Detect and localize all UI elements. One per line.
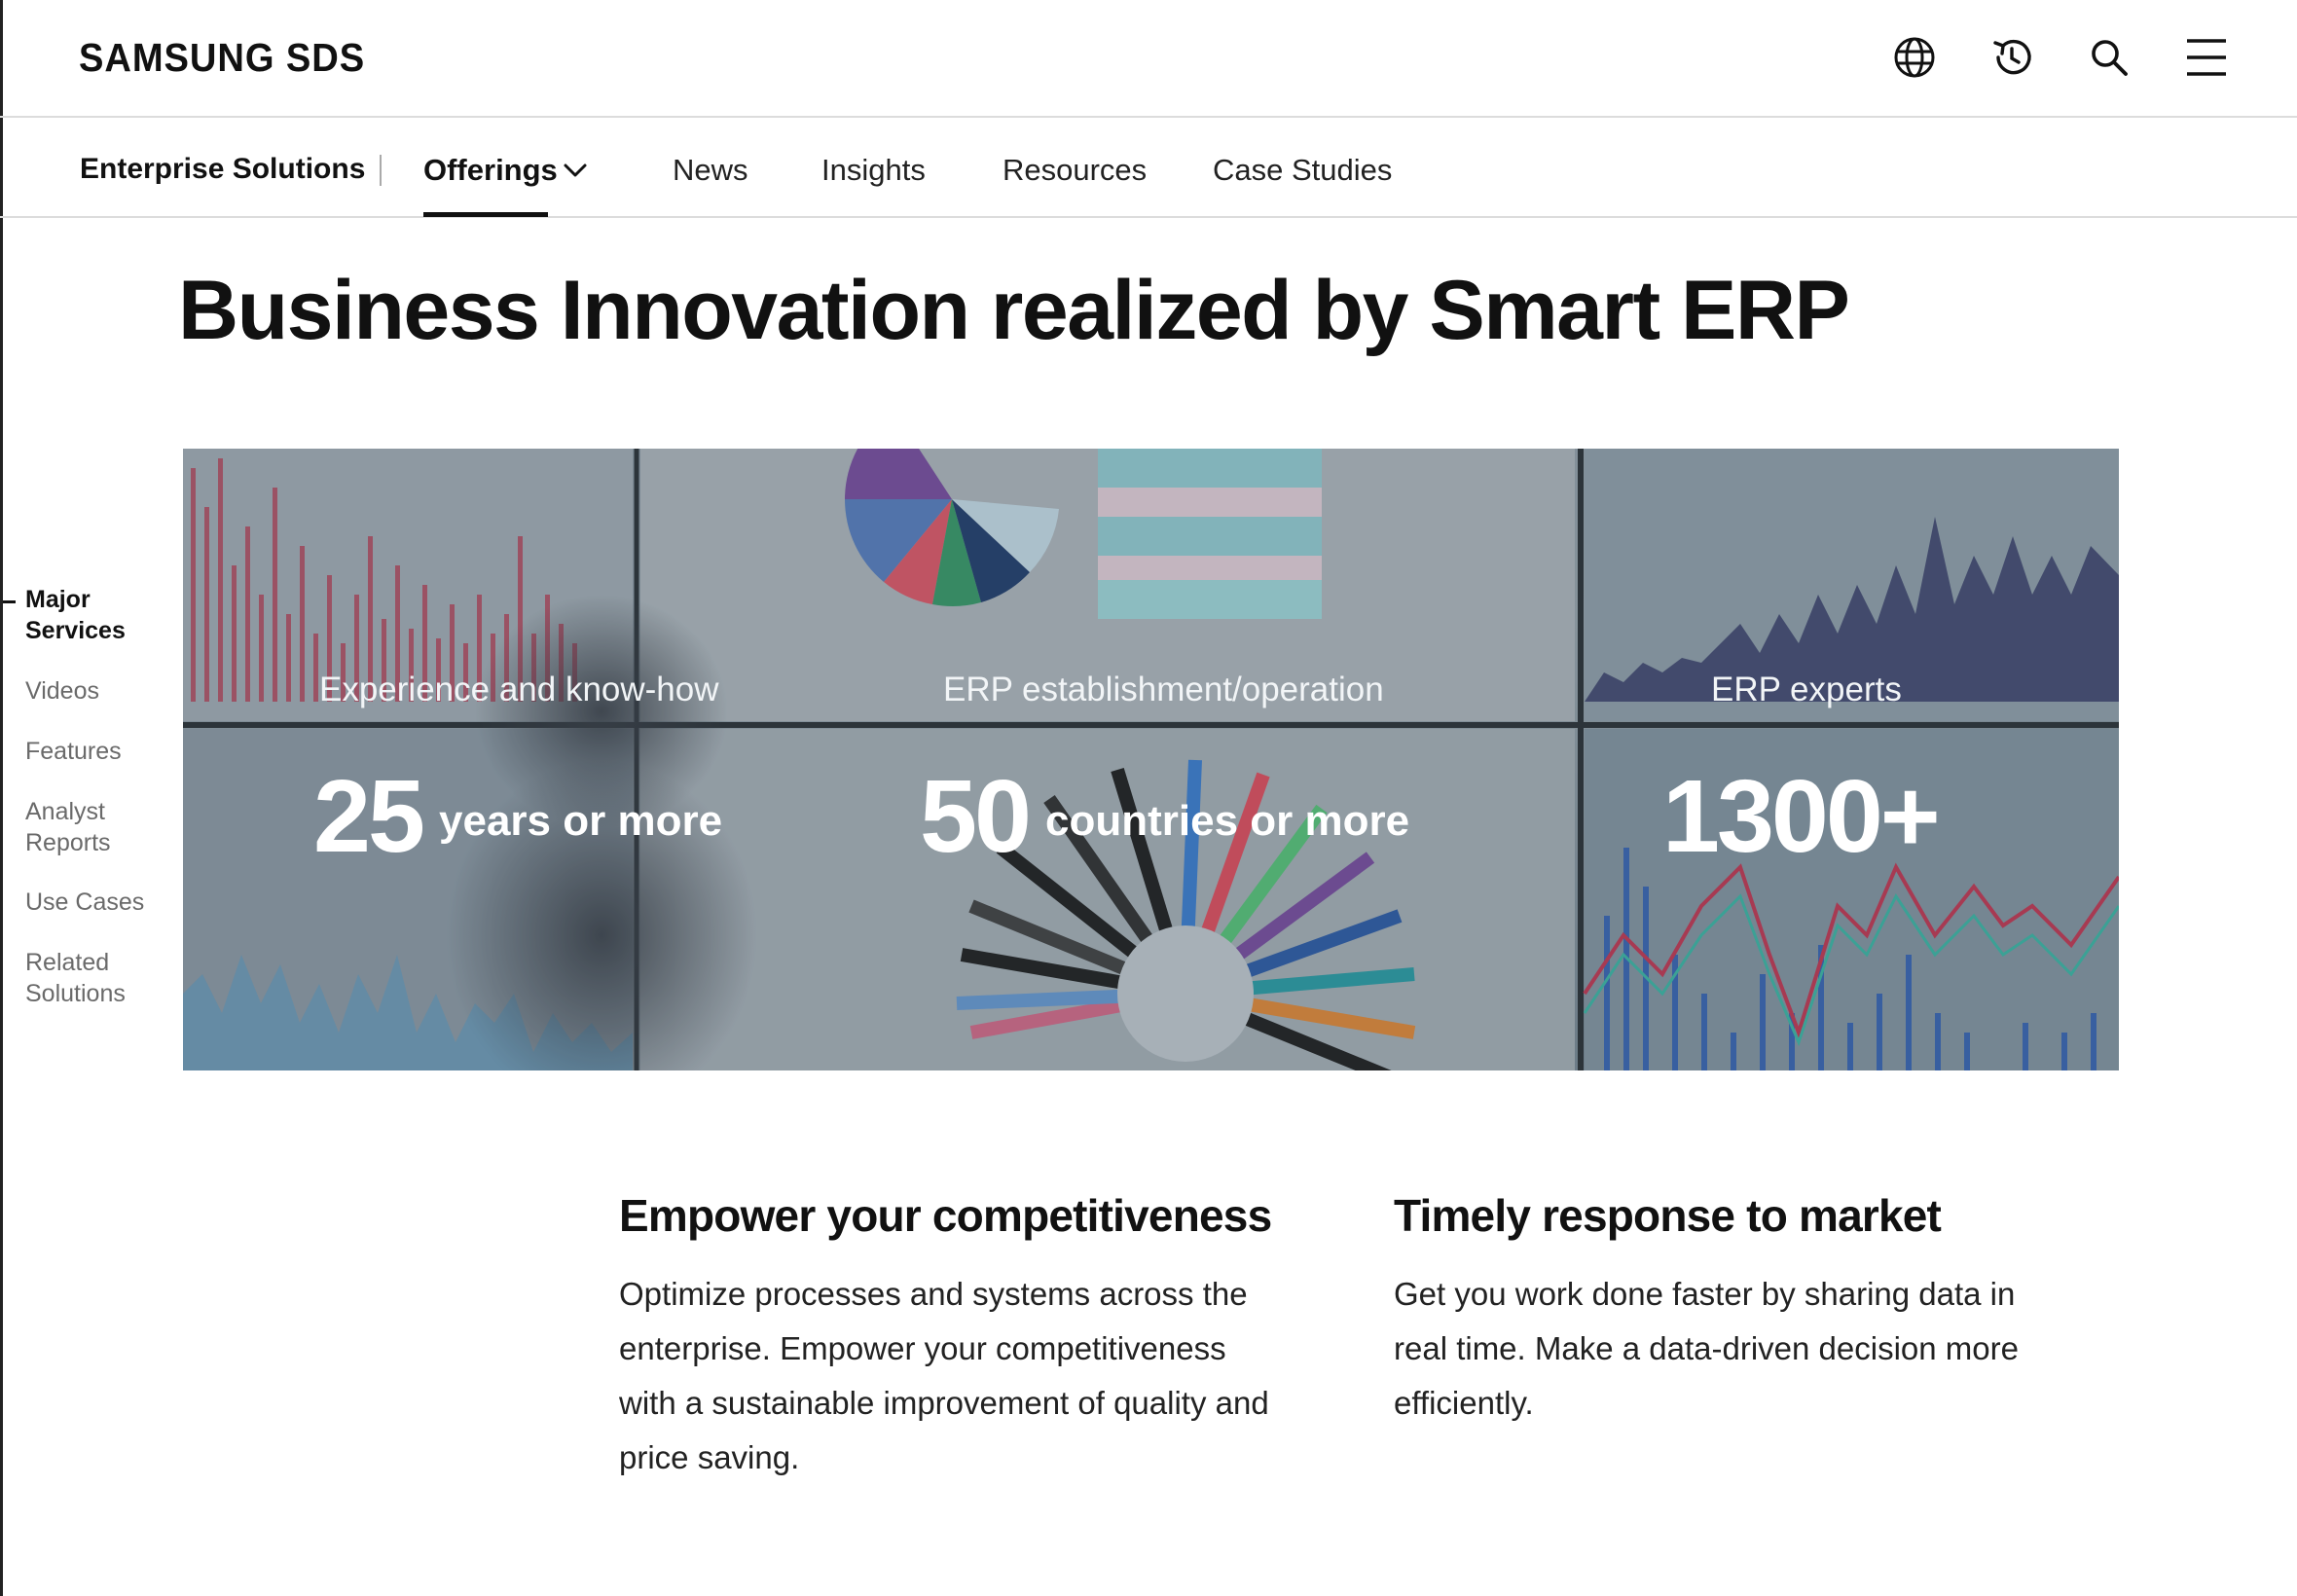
tab-resources[interactable]: Resources (1003, 153, 1147, 188)
chevron-down-icon[interactable] (563, 161, 588, 180)
sidenav-item-related-solutions[interactable]: Related Solutions (25, 947, 171, 1009)
tab-offerings[interactable]: Offerings (423, 153, 558, 188)
subnav-brand[interactable]: Enterprise Solutions (80, 153, 365, 186)
tab-case-studies[interactable]: Case Studies (1213, 153, 1392, 188)
search-icon[interactable] (2087, 35, 2132, 80)
active-tab-underline (423, 212, 548, 217)
sidenav-item-major-services[interactable]: Major Services (25, 584, 171, 646)
sidenav-item-analyst-reports[interactable]: Analyst Reports (25, 796, 171, 858)
active-section-marker (3, 600, 16, 603)
hero-banner: Experience and know-how 25 years or more… (183, 449, 2119, 1070)
stat-value: 25 (313, 759, 425, 874)
tab-news[interactable]: News (673, 153, 748, 188)
page-title: Business Innovation realized by Smart ER… (178, 264, 1850, 357)
menu-icon[interactable] (2184, 35, 2229, 80)
feature-body: Optimize processes and systems across th… (619, 1276, 1269, 1475)
stat-value: 50 (920, 759, 1032, 874)
stat-caption: ERP establishment/operation (943, 671, 1384, 708)
page-left-rule (0, 0, 3, 1596)
header-utility-icons (1892, 35, 2229, 80)
feature-competitiveness: Empower your competitiveness Optimize pr… (619, 1189, 1281, 1485)
subnav-divider (380, 155, 382, 186)
sidenav-item-videos[interactable]: Videos (25, 675, 171, 707)
history-icon[interactable] (1989, 35, 2034, 80)
feature-body: Get you work done faster by sharing data… (1394, 1276, 2019, 1421)
stat-value: 1300+ (1662, 759, 1941, 874)
samsung-sds-logo[interactable]: SAMSUNG SDS (79, 35, 365, 81)
sub-navigation: Enterprise Solutions Offerings News Insi… (0, 118, 2297, 218)
stat-unit: countries or more (1045, 797, 1410, 845)
tab-insights[interactable]: Insights (821, 153, 926, 188)
stat-caption: ERP experts (1711, 671, 1902, 708)
sidenav-item-use-cases[interactable]: Use Cases (25, 887, 171, 918)
top-header: SAMSUNG SDS (0, 0, 2297, 118)
sidenav-item-features[interactable]: Features (25, 736, 171, 767)
feature-timely-response: Timely response to market Get you work d… (1394, 1189, 2056, 1431)
stat-caption: Experience and know-how (319, 671, 719, 708)
feature-title: Timely response to market (1394, 1190, 1942, 1241)
feature-title: Empower your competitiveness (619, 1190, 1272, 1241)
globe-icon[interactable] (1892, 35, 1937, 80)
stat-unit: years or more (439, 797, 723, 845)
